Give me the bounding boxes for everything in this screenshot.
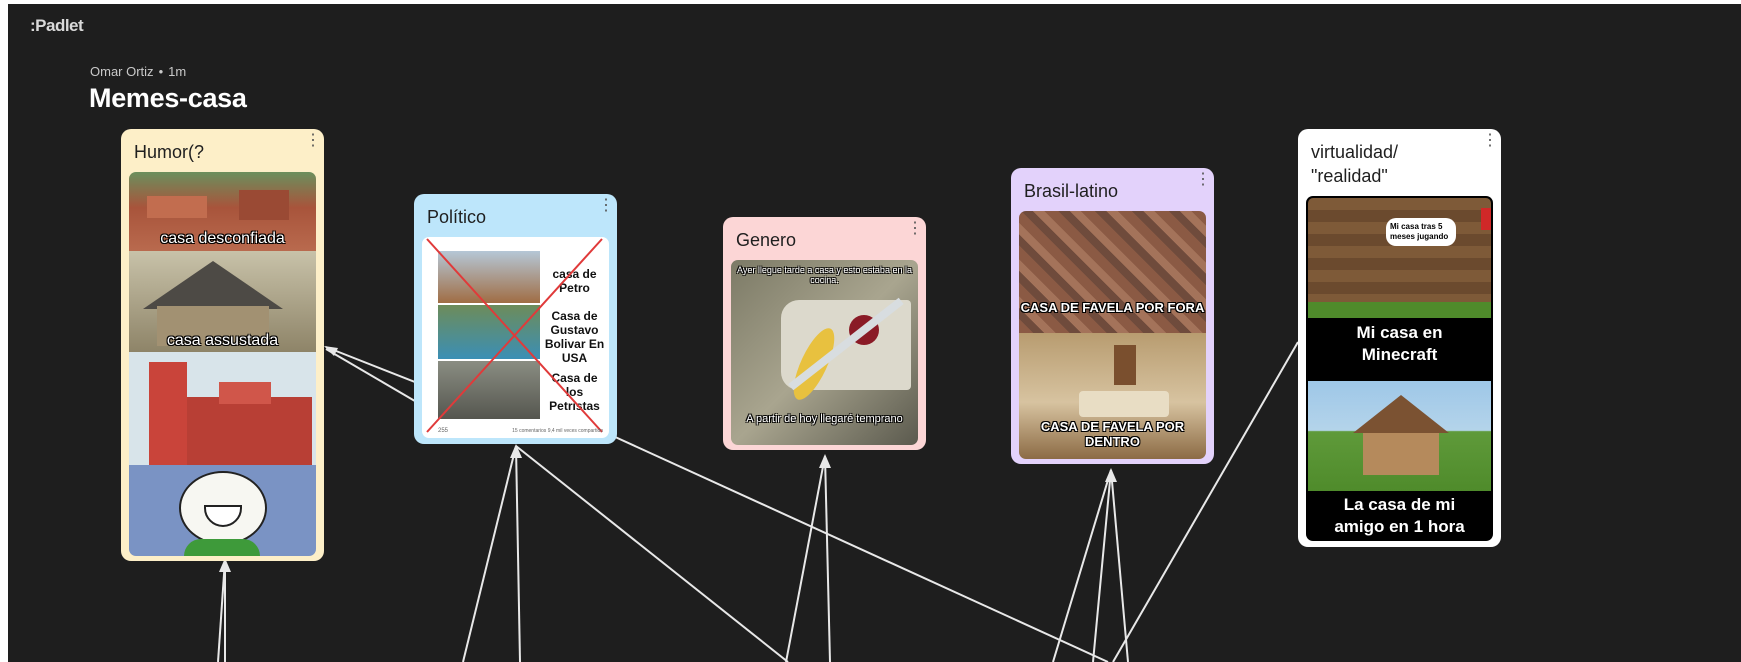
minecraft-wood-house: [1308, 381, 1491, 491]
post-card-humor[interactable]: Humor(? ⋮ casa desconfiada casa assustad…: [121, 129, 324, 561]
card-menu-icon[interactable]: ⋮: [598, 198, 614, 214]
favela-exterior: CASA DE FAVELA POR FORA: [1019, 211, 1206, 333]
reaction-count: 255: [438, 428, 449, 434]
arrow-head: [510, 444, 522, 458]
arrow-head: [1105, 468, 1117, 482]
connector-line: [325, 348, 421, 405]
card-menu-icon[interactable]: ⋮: [1482, 133, 1498, 149]
card-image-genero[interactable]: Ayer llegue tarde a casa y esto estaba e…: [731, 260, 918, 445]
post-card-brasil[interactable]: Brasil-latino ⋮ CASA DE FAVELA POR FORA …: [1011, 168, 1214, 464]
caption-minecraft: Mi casa en Minecraft: [1356, 323, 1443, 364]
house-roof: [1353, 395, 1449, 433]
house-roof: [143, 261, 283, 309]
card-menu-icon[interactable]: ⋮: [1195, 172, 1211, 188]
meme-bottom-text: A partir de hoy llegaré temprano: [746, 413, 903, 425]
meme-caption: casa assustada: [166, 332, 279, 349]
roof-shape: [147, 196, 207, 218]
green-shirt: [184, 539, 260, 556]
share-count: 15 comentarios 9,4 mil veces compartido: [512, 428, 603, 434]
meme-panel-1: casa desconfiada: [129, 172, 316, 251]
padlet-board: :Padlet Omar Ortiz • 1m Memes-casa Humor…: [8, 4, 1741, 662]
card-image-humor[interactable]: casa desconfiada casa assustada: [129, 172, 316, 556]
card-image-brasil[interactable]: CASA DE FAVELA POR FORA CASA DE FAVELA P…: [1019, 211, 1206, 459]
card-title: Genero: [736, 230, 797, 250]
connector-line: [515, 445, 789, 662]
meme-caption: casa desconfiada: [160, 230, 285, 247]
grass-strip: [1308, 302, 1491, 318]
speech-bubble: Mi casa tras 5 meses jugando: [1386, 218, 1456, 246]
connector-line: [515, 445, 521, 662]
meme-panel-4: [129, 465, 316, 556]
red-building: [187, 397, 312, 465]
connector-line: [462, 445, 517, 662]
connector-line: [824, 455, 831, 662]
arrow-head: [819, 454, 831, 468]
red-cross-icon: [426, 238, 603, 433]
card-title: Brasil-latino: [1024, 181, 1119, 201]
card-title: Político: [427, 207, 487, 227]
sofa-shape: [1079, 391, 1169, 417]
connector-line: [1110, 469, 1129, 662]
red-building: [149, 362, 187, 465]
post-card-genero[interactable]: Genero ⋮ Ayer llegue tarde a casa y esto…: [723, 217, 926, 450]
meme-panel-3: [129, 352, 316, 465]
post-card-politico[interactable]: Político ⋮ casa de Petro Casa de Gustavo…: [414, 194, 617, 444]
house-wall: [1363, 433, 1439, 475]
card-title: virtualidad/ "realidad": [1311, 142, 1399, 186]
connector-line: [325, 346, 421, 385]
meme-top-text: Ayer llegue tarde a casa y esto estaba e…: [737, 265, 912, 285]
red-flag: [1481, 208, 1491, 230]
connector-line: [785, 455, 826, 662]
roof-shape: [239, 190, 289, 220]
connector-line: [612, 435, 1109, 662]
card-image-virtualidad[interactable]: Mi casa tras 5 meses jugando Mi casa en …: [1306, 196, 1493, 541]
connector-line: [217, 559, 226, 662]
meme-caption: CASA DE FAVELA POR FORA: [1020, 300, 1205, 315]
card-title: Humor(?: [134, 142, 205, 162]
card-menu-icon[interactable]: ⋮: [305, 133, 321, 149]
card-menu-icon[interactable]: ⋮: [907, 221, 923, 237]
post-card-virtualidad[interactable]: virtualidad/ "realidad" ⋮ Mi casa tras 5…: [1298, 129, 1501, 547]
favela-interior: CASA DE FAVELA POR DENTRO: [1019, 333, 1206, 459]
meme-panel-2: casa assustada: [129, 251, 316, 352]
red-building-block: [219, 382, 271, 404]
caption-amigo: La casa de mi amigo en 1 hora: [1334, 495, 1465, 536]
meme-caption: CASA DE FAVELA POR DENTRO: [1040, 419, 1185, 449]
door-shape: [1114, 345, 1136, 385]
card-image-politico[interactable]: casa de Petro Casa de Gustavo Bolivar En…: [422, 237, 609, 438]
minecraft-dirt-house: Mi casa tras 5 meses jugando: [1308, 198, 1491, 318]
